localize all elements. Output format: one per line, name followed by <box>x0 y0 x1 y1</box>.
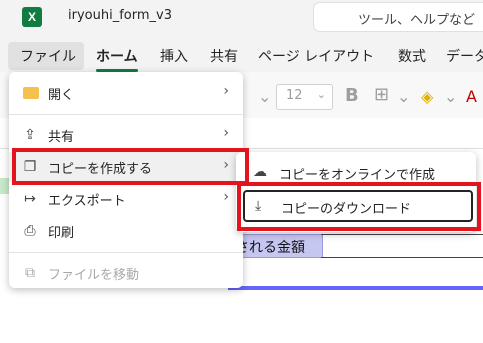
export-icon: ↦ <box>24 191 36 207</box>
menu-item-label: 共有 <box>48 130 75 145</box>
cell-text: される金額 <box>235 240 305 256</box>
menu-item-label: 印刷 <box>48 226 75 241</box>
ribbon-tabs: ファイル ホーム 挿入 共有 ページ レイアウト 数式 データ <box>0 36 483 72</box>
chevron-right-icon: › <box>223 125 229 141</box>
highlight-box-make-copy <box>12 148 249 185</box>
chevron-down-icon: ⌄ <box>316 88 326 101</box>
submenu-item-label: コピーをオンラインで作成 <box>279 168 436 183</box>
font-size-select[interactable]: 12 ⌄ <box>276 84 333 110</box>
document-title[interactable]: iryouhi_form_v3 <box>68 8 172 23</box>
font-color-icon[interactable]: A <box>466 87 477 106</box>
tab-insert[interactable]: 挿入 <box>160 46 188 66</box>
highlight-box-download-copy <box>237 182 481 231</box>
menu-item-open[interactable]: 開く › <box>9 78 243 108</box>
print-icon: ⎙ <box>24 223 36 239</box>
cell-outlined[interactable] <box>321 234 483 258</box>
menu-item-label: ファイルを移動 <box>48 268 140 283</box>
chevron-right-icon: › <box>223 189 229 205</box>
menu-item-label: エクスポート <box>48 194 126 209</box>
fill-color-icon[interactable]: ◈ <box>421 87 433 106</box>
menu-item-label: 開く <box>48 88 75 103</box>
search-placeholder: ツール、ヘルプなど <box>358 13 476 28</box>
chevron-down-icon[interactable]: ⌄ <box>444 87 457 106</box>
search-box[interactable]: ツール、ヘルプなど <box>314 3 483 31</box>
menu-item-share[interactable]: ⇪ 共有 › <box>9 120 243 150</box>
chevron-down-icon[interactable]: ⌄ <box>397 87 410 106</box>
tab-file[interactable]: ファイル <box>8 42 84 70</box>
tab-home[interactable]: ホーム <box>96 46 138 72</box>
excel-logo-icon: X <box>22 7 42 27</box>
menu-item-move-file: ⧉ ファイルを移動 <box>9 258 243 288</box>
folder-icon <box>23 87 39 99</box>
cell-purple-border <box>228 286 483 290</box>
font-family-chevron-icon[interactable]: ⌄ <box>258 87 271 106</box>
menu-item-print[interactable]: ⎙ 印刷 <box>9 216 243 246</box>
tab-formulas[interactable]: 数式 <box>398 46 426 66</box>
menu-divider <box>9 114 243 115</box>
menu-divider <box>9 252 243 253</box>
bold-button[interactable]: B <box>345 85 359 106</box>
title-bar: X iryouhi_form_v3 ツール、ヘルプなど <box>0 0 483 36</box>
tab-data[interactable]: データ <box>446 46 483 66</box>
borders-icon[interactable]: ⊞ <box>374 84 389 105</box>
move-file-icon: ⧉ <box>25 265 35 281</box>
tab-share[interactable]: 共有 <box>210 46 238 66</box>
menu-item-export[interactable]: ↦ エクスポート › <box>9 184 243 214</box>
chevron-right-icon: › <box>223 83 229 99</box>
share-icon: ⇪ <box>24 127 36 143</box>
font-size-value: 12 <box>286 88 303 103</box>
tab-page-layout[interactable]: ページ レイアウト <box>258 46 374 66</box>
cloud-copy-icon: ☁ <box>253 164 267 180</box>
